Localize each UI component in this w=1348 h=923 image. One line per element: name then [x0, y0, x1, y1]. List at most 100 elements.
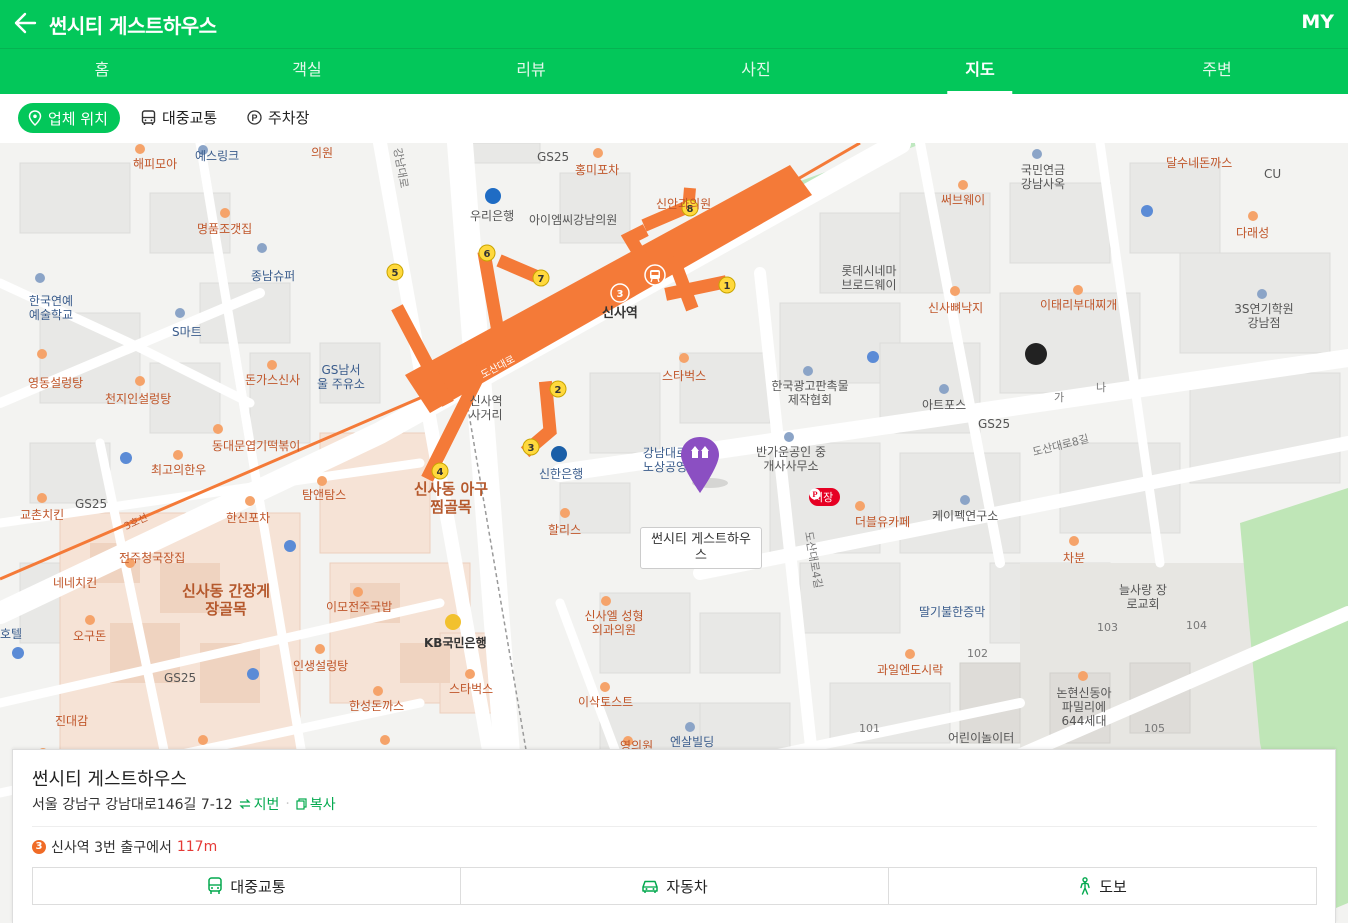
map-label: CU — [1264, 167, 1282, 181]
map-label: 동대문엽기떡볶이 — [212, 439, 301, 453]
map-label: 신안과의원 — [656, 197, 712, 211]
svg-text:P: P — [251, 113, 257, 123]
map-label: 교촌치킨 — [20, 508, 65, 522]
map-label: GS25 — [978, 417, 1011, 431]
walking-person-icon — [1080, 877, 1090, 895]
map-label: 104 — [1186, 619, 1207, 632]
location-chip[interactable]: 업체 위치 — [18, 103, 120, 133]
map-label: 명품조갯집 — [197, 222, 253, 236]
map-label: GS25 — [75, 497, 108, 511]
card-distance-row: 3 신사역 3번 출구에서 117m — [32, 837, 217, 857]
map-label: 진대감 — [55, 714, 89, 728]
map-label: 102 — [967, 647, 988, 660]
svg-text:3: 3 — [617, 289, 624, 300]
distance-value: 117m — [176, 839, 218, 855]
car-route-label: 자동차 — [666, 877, 708, 896]
map-label: 가 — [1054, 391, 1065, 404]
tab-rooms[interactable]: 객실 — [292, 49, 321, 94]
map-label: 어린이놀이터 — [948, 731, 1015, 745]
place-info-card: 썬시티 게스트하우스 서울 강남구 강남대로146길 7-12 지번 · 복사 … — [12, 749, 1336, 923]
map-label: 우리은행 — [470, 209, 515, 223]
map-label: 차분 — [1063, 551, 1086, 565]
svg-text:7: 7 — [538, 274, 545, 285]
location-chip-label: 업체 위치 — [48, 109, 108, 128]
card-place-name: 썬시티 게스트하우스 — [32, 769, 187, 790]
map-label: 3S연기학원 강남점 — [1234, 302, 1294, 330]
place-marker-icon[interactable] — [680, 435, 730, 497]
map-label: 한성돈까스 — [349, 699, 405, 713]
location-pin-icon — [28, 110, 42, 126]
map-label: 인생설렁탕 — [293, 659, 349, 673]
transit-chip[interactable]: 대중교통 — [141, 107, 217, 128]
map-label: 국민연금 강남사옥 — [1020, 163, 1066, 191]
transit-route-button[interactable]: 대중교통 — [33, 868, 461, 904]
map-label: 전주청국장집 — [119, 551, 186, 565]
svg-text:1: 1 — [724, 281, 731, 292]
map-label: 한국광고판촉물 제작협회 — [771, 379, 849, 407]
map-label: 스타벅스 — [662, 369, 707, 383]
map-label: 써브웨이 — [941, 193, 986, 207]
tab-nearby[interactable]: 주변 — [1202, 49, 1231, 94]
map-label: 종남슈퍼 — [251, 269, 296, 283]
tab-reviews[interactable]: 리뷰 — [516, 49, 545, 94]
jibun-button[interactable]: 지번 — [239, 794, 280, 814]
walk-route-button[interactable]: 도보 — [889, 868, 1316, 904]
map-label: 늘사랑 장로교회 — [1119, 583, 1167, 611]
page-title: 썬시티 게스트하우스 — [49, 14, 217, 38]
map-label: 오구돈 — [73, 629, 107, 643]
map-label: 한국연예 예술학교 — [28, 294, 74, 322]
tab-map[interactable]: 지도 — [946, 49, 1014, 94]
transit-route-label: 대중교통 — [230, 877, 286, 896]
car-route-button[interactable]: 자동차 — [461, 868, 889, 904]
bus-icon — [141, 109, 156, 125]
map-label: 엔살빌딩 — [670, 735, 715, 749]
map-label: 103 — [1097, 621, 1118, 634]
parking-chip[interactable]: P 주차장 — [247, 107, 309, 128]
tab-bar: 홈 객실 리뷰 사진 지도 주변 — [0, 48, 1348, 94]
svg-text:3: 3 — [528, 443, 535, 454]
copy-label: 복사 — [309, 797, 336, 813]
map-label: 홍미포차 — [575, 163, 620, 177]
map-label: 할리스 — [548, 523, 582, 537]
map-label: 탐앤탐스 — [302, 488, 347, 502]
map-label: GS남서울 주유소 — [317, 363, 365, 391]
svg-text:6: 6 — [484, 249, 491, 260]
map-label: 아트포스 — [922, 398, 967, 412]
svg-text:2: 2 — [555, 385, 562, 396]
car-icon — [642, 880, 659, 893]
map-label: 스타벅스 — [449, 682, 494, 696]
pinterest-icon: P — [809, 488, 821, 500]
map-label: 다래성 — [1236, 226, 1270, 240]
svg-text:P: P — [812, 489, 817, 499]
map-label: 이모전주국밥 — [326, 600, 393, 614]
swap-icon — [239, 799, 251, 809]
svg-text:5: 5 — [392, 268, 399, 279]
save-button[interactable]: P 저장 — [809, 488, 841, 506]
route-buttons: 대중교통 자동차 도보 — [32, 867, 1317, 905]
map-label: GS25 — [164, 671, 197, 685]
map-label: 반가운공인 중개사사무소 — [755, 445, 827, 473]
map-label: 나 — [1096, 381, 1107, 394]
map-label: 101 — [859, 722, 880, 735]
map-label: 한신포차 — [226, 511, 271, 525]
district-label: 신사동 간장게장골목 — [181, 582, 271, 618]
map-label: 예스링크 — [195, 149, 240, 163]
district-label: 신사동 아구찜골목 — [413, 480, 489, 516]
card-divider — [32, 826, 1317, 827]
my-button[interactable]: MY — [1301, 11, 1334, 33]
card-address-row: 서울 강남구 강남대로146길 7-12 지번 · 복사 — [32, 794, 336, 814]
map-label: 해피모아 — [133, 157, 178, 171]
map-label: 천지인설렁탕 — [105, 392, 172, 406]
bus-icon — [208, 877, 223, 894]
parking-icon: P — [247, 110, 262, 125]
map-label: 아이엠씨강남의원 — [529, 213, 618, 227]
header-bar: 썬시티 게스트하우스 MY — [0, 0, 1348, 48]
back-arrow-icon[interactable] — [12, 10, 38, 36]
tab-home[interactable]: 홈 — [95, 49, 110, 94]
distance-text: 신사역 3번 출구에서 — [51, 840, 172, 856]
copy-button[interactable]: 복사 — [296, 794, 336, 814]
tab-photos[interactable]: 사진 — [741, 49, 770, 94]
map-label: 과일엔도시락 — [877, 663, 944, 677]
copy-icon — [296, 798, 307, 810]
jibun-label: 지번 — [253, 797, 280, 813]
